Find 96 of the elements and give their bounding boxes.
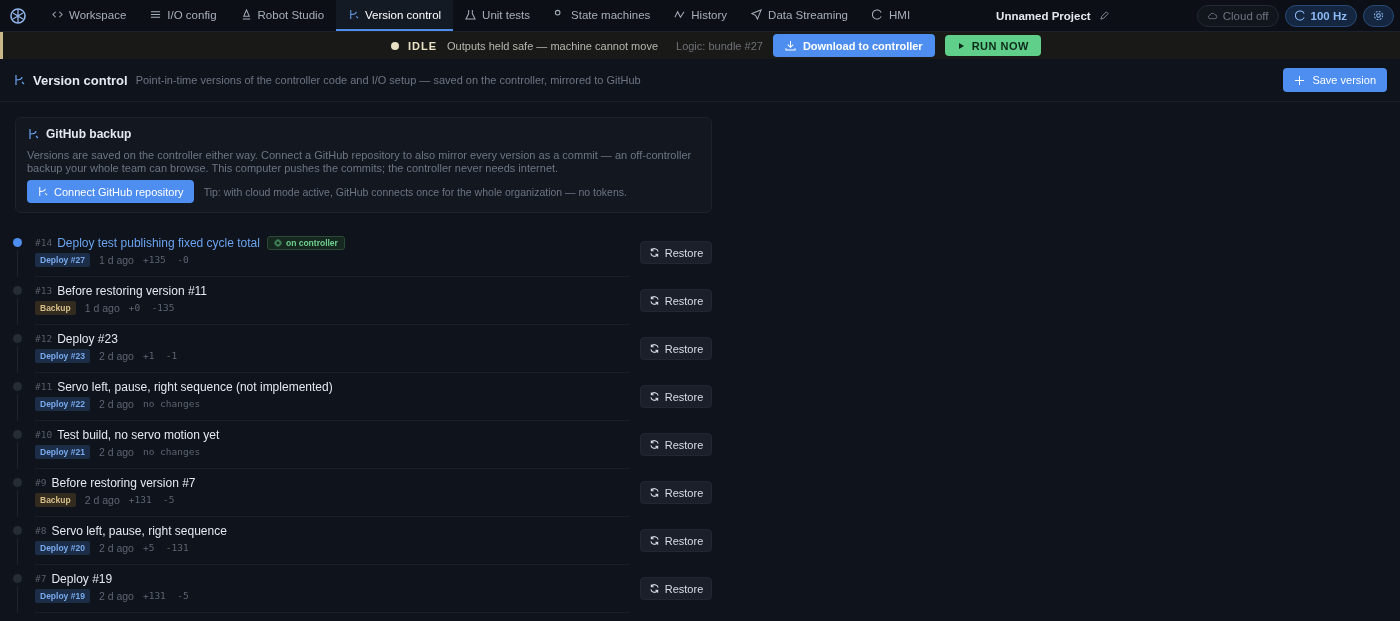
version-number: #8 — [35, 525, 47, 536]
nav-tab[interactable]: Data Streaming — [739, 0, 860, 31]
nav-tab[interactable]: Unit tests — [453, 0, 543, 31]
cloud-icon — [1206, 10, 1218, 21]
version-title: Test build, no servo motion yet — [57, 427, 220, 442]
logic-label: Logic: bundle #27 — [676, 39, 763, 52]
version-tag: Deploy #27 — [35, 252, 90, 267]
card-title: GitHub backup — [46, 127, 132, 141]
logo-icon — [8, 5, 28, 26]
version-tag: Deploy #22 — [35, 396, 90, 411]
version-number: #9 — [35, 477, 47, 488]
nav-tab[interactable]: Workspace — [40, 0, 139, 31]
version-title: Deploy #19 — [51, 571, 113, 586]
version-age: 2 d ago — [98, 349, 134, 362]
version-tag: Deploy #21 — [35, 444, 90, 459]
refresh-icon — [648, 343, 660, 354]
code-icon — [52, 9, 63, 20]
page-title: Version control — [33, 72, 128, 88]
version-title: Before restoring version #11 — [57, 283, 208, 298]
version-title: Servo left, pause, right sequence — [51, 523, 227, 538]
version-title: Deploy #23 — [57, 331, 118, 346]
refresh-icon — [648, 439, 660, 450]
restore-button[interactable]: Restore — [640, 529, 712, 552]
version-number: #7 — [35, 573, 47, 584]
version-tag: Deploy #23 — [35, 348, 90, 363]
refresh-icon — [648, 487, 660, 498]
version-tag: Deploy #20 — [35, 540, 90, 555]
refresh-icon — [648, 391, 660, 402]
flask-icon — [465, 9, 477, 20]
nav-tab[interactable]: History — [662, 0, 740, 31]
refresh-icon — [648, 583, 660, 594]
version-changes: +131 -5 — [142, 590, 189, 601]
play-icon — [956, 41, 965, 50]
version-age: 1 d ago — [98, 253, 134, 266]
version-tag: Backup — [35, 492, 76, 507]
version-changes: +5 -131 — [142, 542, 189, 553]
page-subtitle: Point-in-time versions of the controller code and I/O setup — saved on the controller, mirrored to GitHub — [135, 74, 641, 86]
restore-button[interactable]: Restore — [640, 241, 712, 264]
branch-icon — [37, 186, 48, 197]
tip-text: Tip: with cloud mode active, GitHub connects once for the whole organization — no tokens. — [203, 185, 627, 198]
rate-button[interactable]: 100 Hz — [1284, 4, 1357, 27]
version-number: #10 — [35, 429, 53, 440]
version-changes: +1 -1 — [142, 350, 178, 361]
version-title: Servo left, pause, right sequence (not implemented) — [57, 379, 333, 394]
version-number: #14 — [35, 237, 53, 248]
on-controller-badge: on controller — [266, 235, 345, 250]
nav-tab[interactable]: HMI — [860, 0, 923, 31]
version-title: Before restoring version #7 — [51, 475, 196, 490]
sliders-icon — [150, 9, 162, 20]
version-number: #12 — [35, 333, 53, 344]
version-changes: no changes — [142, 446, 201, 457]
pencil-icon[interactable] — [1098, 10, 1110, 21]
cloud-button[interactable]: Cloud off — [1196, 4, 1279, 27]
nav-tab[interactable]: I/O config — [138, 0, 229, 31]
version-tag: Backup — [35, 300, 76, 315]
version-number: #13 — [35, 285, 53, 296]
refresh-icon — [648, 535, 660, 546]
restore-button[interactable]: Restore — [640, 337, 712, 360]
restore-button[interactable]: Restore — [640, 481, 712, 504]
version-age: 2 d ago — [98, 445, 134, 458]
version-changes: +0 -135 — [128, 302, 175, 313]
nav-tab[interactable]: Version control — [336, 0, 454, 31]
version-age: 2 d ago — [98, 397, 134, 410]
wave-icon — [674, 9, 686, 20]
version-age: 1 d ago — [84, 301, 120, 314]
download-icon — [784, 40, 796, 51]
branch-icon — [13, 74, 25, 86]
settings-icon — [1373, 10, 1384, 21]
run-button[interactable]: RUN NOW — [944, 35, 1041, 56]
version-age: 2 d ago — [98, 541, 134, 554]
status-state: IDLE — [408, 39, 438, 52]
settings-button[interactable] — [1363, 4, 1394, 27]
nav-tab[interactable]: Robot Studio — [228, 0, 337, 31]
branch-icon — [27, 128, 39, 140]
version-tag: Deploy #19 — [35, 588, 90, 603]
status-message: Outputs held safe — machine cannot move — [447, 39, 658, 52]
nav-tab[interactable]: State machines — [542, 0, 663, 31]
restore-button[interactable]: Restore — [640, 385, 712, 408]
status-dot-icon — [391, 41, 399, 50]
restore-button[interactable]: Restore — [640, 433, 712, 456]
branch-icon — [348, 9, 360, 20]
version-changes: +131 -5 — [128, 494, 175, 505]
version-age: 2 d ago — [98, 589, 134, 602]
version-changes: +135 -0 — [142, 254, 189, 265]
version-title: Deploy test publishing fixed cycle total — [57, 235, 260, 250]
refresh-icon — [648, 247, 660, 258]
version-number: #11 — [35, 381, 53, 392]
card-text: Versions are saved on the controller either way. Connect a GitHub repository to also mirror every version as a commit — an off-controller backup your whole team can browse. This computer pushes the commits; the controller never needs internet. — [27, 149, 693, 175]
refresh-icon — [648, 295, 660, 306]
send-icon — [751, 9, 763, 20]
version-age: 2 d ago — [84, 493, 120, 506]
version-changes: no changes — [142, 398, 201, 409]
restore-button[interactable]: Restore — [640, 577, 712, 600]
restore-button[interactable]: Restore — [640, 289, 712, 312]
plus-icon — [1294, 74, 1306, 86]
project-name: Unnamed Project — [996, 9, 1091, 22]
